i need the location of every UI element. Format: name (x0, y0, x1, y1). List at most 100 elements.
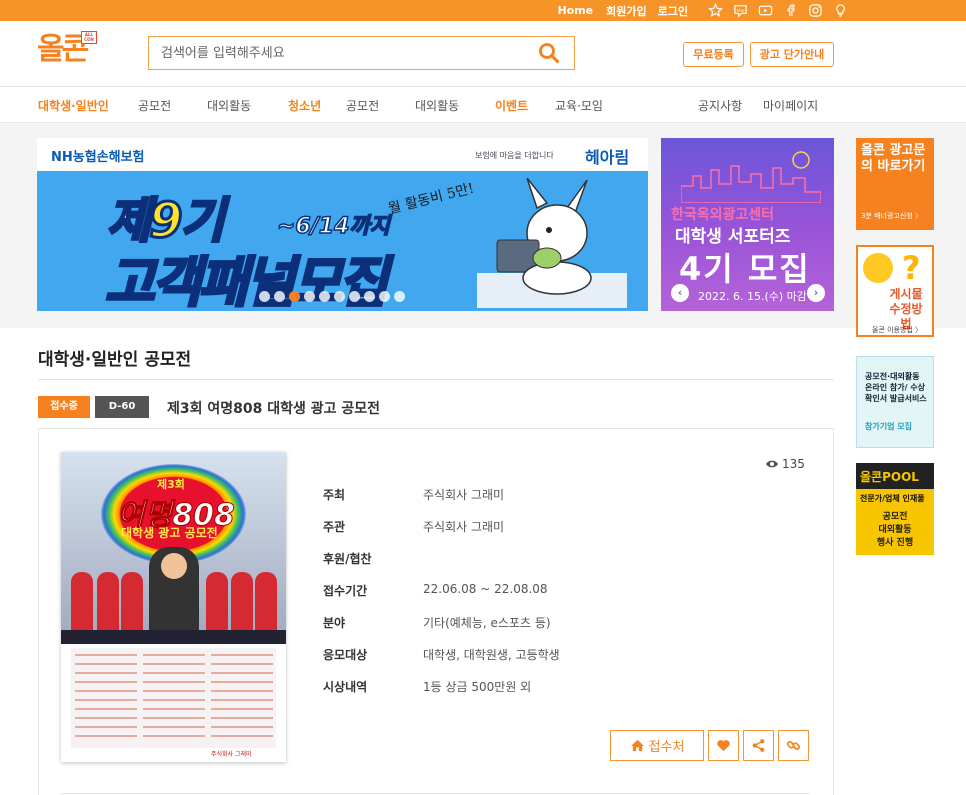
nav-univ-contest[interactable]: 공모전 (138, 97, 171, 114)
banner-deadline: ~6/14까지 (276, 213, 390, 240)
side-ad-inquiry[interactable]: 올콘 광고문의 바로가기 3분 배너광고신청 〉 (856, 138, 934, 230)
detail-label: 접수기간 (323, 584, 368, 598)
banner-dot[interactable] (394, 291, 405, 302)
side-ad-inquiry-title: 올콘 광고문의 바로가기 (861, 143, 926, 174)
side-ad-inquiry-sub: 3분 배너광고신청 〉 (861, 212, 922, 220)
detail-label: 주관 (323, 520, 346, 534)
main-banner[interactable]: NH농협손해보험 보험에 마음을 더합니다 헤아림 제9기 ~6/14까지 고객… (37, 138, 648, 311)
detail-value: 주식회사 그래미 (423, 520, 505, 534)
nav-univ-activity[interactable]: 대외활동 (207, 97, 251, 114)
detail-label: 시상내역 (323, 680, 368, 694)
copy-link-button[interactable] (778, 730, 809, 761)
banner-handwriting: 월 활동비 5만! (386, 180, 476, 218)
detail-label: 주최 (323, 488, 346, 502)
nav-youth-contest[interactable]: 공모전 (346, 97, 379, 114)
nav-notice[interactable]: 공지사항 (698, 97, 742, 114)
detail-value: 주식회사 그래미 (423, 488, 505, 502)
view-count: 135 (765, 457, 805, 471)
apply-site-button[interactable]: 접수처 (610, 730, 704, 761)
detail-label: 응모대상 (323, 648, 368, 662)
poster-info-col (143, 654, 205, 742)
side-ad-howto-sub: 올콘 이용방법 〉 (872, 326, 923, 334)
banner-brand-right: 헤아림 (585, 148, 630, 167)
thinking-face-icon (863, 253, 893, 283)
poster-band (61, 630, 286, 644)
side-ad-pool-logo: 올콘POOL (860, 470, 919, 484)
free-register-button[interactable]: 무료등록 (683, 42, 744, 67)
side-ad-certificate-title: 공모전·대외활동 온라인 참가/ 수상확인서 발급서비스 (865, 372, 927, 403)
banner-dot[interactable] (364, 291, 375, 302)
star-icon[interactable] (708, 3, 723, 18)
search-icon[interactable] (538, 42, 560, 64)
side-ad-pool-sub: 전문가/업체 인재풀 (860, 494, 925, 503)
side-ad-certificate[interactable]: 공모전·대외활동 온라인 참가/ 수상확인서 발급서비스 참가기업 모집 (856, 356, 934, 448)
home-link[interactable]: Home (557, 4, 593, 17)
banner-brand-left: NH농협손해보험 (51, 150, 145, 165)
banner-dot[interactable] (349, 291, 360, 302)
chevron-left-icon[interactable]: ‹ (671, 284, 689, 302)
banner-dot[interactable] (304, 291, 315, 302)
signup-link[interactable]: 회원가입 (606, 3, 646, 19)
view-count-value: 135 (782, 457, 805, 471)
side-banner-org: 한국옥외광고센터 (671, 207, 775, 223)
lightbulb-icon[interactable] (833, 3, 848, 18)
chevron-right-icon[interactable]: › (807, 284, 825, 302)
blog-icon[interactable]: blog (733, 3, 748, 18)
poster-info (71, 648, 276, 748)
nav-event[interactable]: 이벤트 (495, 97, 528, 114)
banner-dot[interactable] (259, 291, 270, 302)
site-logo[interactable]: 올콘 ALL CON (37, 30, 101, 70)
banner-mascot (477, 178, 627, 308)
eye-icon (766, 460, 778, 468)
banner-dot[interactable] (334, 291, 345, 302)
login-link[interactable]: 로그인 (658, 3, 688, 19)
side-banner[interactable]: 한국옥외광고센터 대학생 서포터즈 4기 모집 2022. 6. 15.(수) … (661, 138, 834, 311)
banner-tagline: 보험에 마음을 더합니다 (475, 151, 554, 160)
side-banner-headline: 4기 모집 (679, 250, 811, 288)
svg-text:blog: blog (736, 8, 745, 12)
logo-badge: ALL CON (81, 31, 97, 44)
contest-title: 제3회 여명808 대학생 광고 공모전 (167, 401, 381, 417)
side-banner-deadline: 2022. 6. 15.(수) 마감 (698, 290, 807, 303)
nav-univ[interactable]: 대학생·일반인 (38, 97, 109, 114)
detail-label: 후원/협찬 (323, 552, 372, 566)
detail-value: 기타(예체능, e스포츠 등) (423, 616, 551, 630)
list-item: 공모전 (882, 512, 908, 522)
heart-icon (717, 740, 730, 752)
banner-dot-active[interactable] (289, 291, 300, 302)
detail-value: 22.06.08 ~ 22.08.08 (423, 582, 548, 596)
banner-dot[interactable] (379, 291, 390, 302)
poster-man-face (161, 553, 187, 579)
instagram-icon[interactable] (808, 3, 823, 18)
contest-poster[interactable]: 제3회 여명808 대학생 광고 공모전 주식회사 그래미 (61, 452, 286, 762)
banner-dot[interactable] (274, 291, 285, 302)
poster-line-3: 대학생 광고 공모전 (121, 526, 218, 540)
side-ad-certificate-sub: 참가기업 모집 (865, 422, 912, 431)
top-bar: Home 회원가입 로그인 blog (0, 0, 966, 21)
youtube-icon[interactable] (758, 3, 773, 18)
side-ad-pool-head: 올콘POOL (856, 463, 934, 489)
side-ad-pool[interactable]: 올콘POOL 전문가/업체 인재풀 공모전 대외활동 행사 진행 (856, 463, 934, 555)
like-button[interactable] (708, 730, 739, 761)
facebook-icon[interactable] (783, 3, 798, 18)
card-bottom-divider (61, 793, 810, 794)
search-box (148, 36, 575, 70)
section-title: 대학생·일반인 공모전 (38, 350, 192, 370)
question-mark-icon: ? (902, 249, 921, 287)
nav-youth-activity[interactable]: 대외활동 (415, 97, 459, 114)
nav-mypage[interactable]: 마이페이지 (763, 97, 818, 114)
side-ad-howto[interactable]: ? 게시물 수정방법 올콘 이용방법 〉 (856, 245, 934, 337)
detail-value: 1등 상금 500만원 외 (423, 680, 532, 694)
ad-pricing-button[interactable]: 광고 단가안내 (750, 42, 834, 67)
search-input[interactable] (149, 37, 529, 69)
banner-dot[interactable] (319, 291, 330, 302)
nav-youth[interactable]: 청소년 (288, 97, 321, 114)
logo-text: 올콘 (37, 32, 89, 67)
dday-badge: D-60 (95, 396, 149, 418)
share-icon (752, 739, 765, 752)
share-button[interactable] (743, 730, 774, 761)
top-links: Home 회원가입 로그인 blog (557, 0, 966, 21)
list-item: 행사 진행 (876, 538, 914, 548)
nav-education[interactable]: 교육·모임 (555, 97, 603, 114)
home-icon (630, 739, 644, 752)
